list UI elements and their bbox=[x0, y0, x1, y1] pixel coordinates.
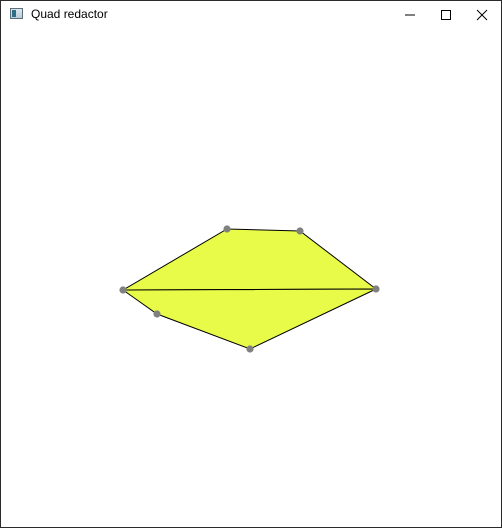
maximize-button[interactable] bbox=[427, 1, 465, 29]
minimize-button[interactable] bbox=[391, 1, 429, 29]
app-window-icon bbox=[10, 8, 23, 19]
window-title: Quad redactor bbox=[31, 7, 108, 21]
vertex-handle[interactable] bbox=[296, 227, 304, 235]
minimize-icon bbox=[405, 14, 415, 16]
quad-upper[interactable] bbox=[121, 228, 378, 291]
vertex-handle[interactable] bbox=[223, 225, 231, 233]
close-button[interactable] bbox=[463, 1, 501, 29]
drawing-canvas[interactable] bbox=[1, 29, 501, 527]
vertex-handle[interactable] bbox=[153, 310, 161, 318]
vertex-handle[interactable] bbox=[372, 285, 380, 293]
vertex-handle[interactable] bbox=[119, 286, 127, 294]
close-icon bbox=[476, 9, 488, 21]
app-window: Quad redactor bbox=[0, 0, 502, 528]
vertex-handle[interactable] bbox=[246, 345, 254, 353]
quad-lower[interactable] bbox=[121, 288, 377, 350]
maximize-icon bbox=[441, 10, 451, 20]
title-bar[interactable]: Quad redactor bbox=[1, 1, 501, 29]
